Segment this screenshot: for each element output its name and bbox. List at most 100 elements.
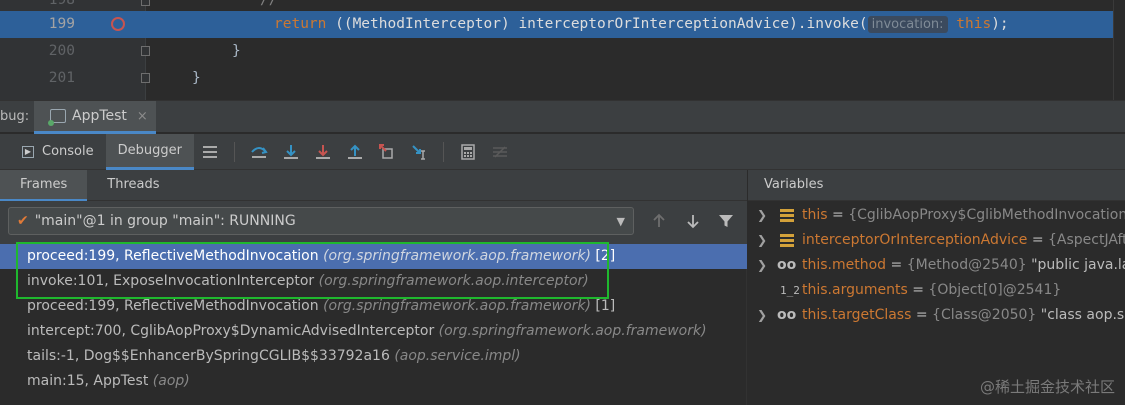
code-editor[interactable]: 198 // 199 return ((MethodInterceptor) i… — [0, 0, 1125, 100]
chevron-right-icon[interactable]: ❯ — [757, 253, 767, 278]
variable-type: {Class@2050} — [932, 307, 1037, 323]
trace-stream-button[interactable] — [487, 139, 513, 165]
frame-row[interactable]: tails:-1, Dog$$EnhancerBySpringCGLIB$$33… — [0, 344, 747, 369]
current-execution-line: 199 return ((MethodInterceptor) intercep… — [0, 11, 1125, 38]
evaluate-expression-button[interactable] — [455, 139, 481, 165]
calculator-icon — [461, 143, 475, 160]
variables-pane: Variables ❯ this = {CglibAopProxy$CglibM… — [748, 170, 1125, 405]
previous-frame-button[interactable] — [646, 207, 672, 235]
frame-row[interactable]: proceed:199, ReflectiveMethodInvocation … — [0, 244, 747, 269]
thread-selector-row: ✔ "main"@1 in group "main": RUNNING ▼ — [0, 201, 747, 244]
tab-frames[interactable]: Frames — [0, 170, 88, 201]
step-into-button[interactable] — [278, 139, 304, 165]
chevron-right-icon[interactable]: ❯ — [757, 228, 767, 253]
frame-row[interactable]: main:15, AppTest (aop) — [0, 369, 747, 394]
frame-package: (aop.service.impl) — [394, 348, 521, 364]
editor-scrollbar[interactable] — [1113, 0, 1125, 100]
debug-title: bug: — [0, 109, 30, 124]
close-icon[interactable]: × — [137, 109, 148, 124]
variable-type: {AspectJAfter — [1048, 232, 1125, 248]
variable-name: this.method — [802, 257, 887, 273]
filter-frames-button[interactable] — [713, 207, 739, 235]
tab-threads[interactable]: Threads — [87, 170, 179, 201]
frame-package: (org.springframework.aop.framework) — [323, 298, 591, 314]
variable-row[interactable]: ❯ oo this.method = {Method@2540} "public… — [748, 253, 1125, 278]
layout-menu-button[interactable] — [197, 139, 223, 165]
frame-method: intercept:700, CglibAopProxy$DynamicAdvi… — [27, 323, 435, 339]
variable-name: this — [802, 207, 828, 223]
frame-package: (org.springframework.aop.framework) — [438, 323, 707, 339]
force-step-into-button[interactable] — [310, 139, 336, 165]
run-to-cursor-button[interactable] — [406, 139, 432, 165]
code-text: return ((MethodInterceptor) interceptorO… — [274, 11, 1009, 38]
frame-row[interactable]: proceed:199, ReflectiveMethodInvocation … — [0, 294, 747, 319]
next-frame-button[interactable] — [680, 207, 706, 235]
variable-row[interactable]: 1̲2 this.arguments = {Object[0]@2541} — [748, 278, 1125, 303]
console-icon: ▶ — [22, 145, 34, 158]
variable-row[interactable]: ❯ oo this.targetClass = {Class@2050} "cl… — [748, 303, 1125, 328]
variables-title: Variables — [748, 170, 1125, 201]
chevron-down-icon: ▼ — [616, 215, 625, 228]
frames-list: proceed:199, ReflectiveMethodInvocation … — [0, 242, 747, 394]
frames-pane-tabs: Frames Threads — [0, 170, 747, 201]
toolbar-separator — [442, 141, 444, 162]
watch-icon: oo — [777, 307, 797, 323]
thread-select[interactable]: ✔ "main"@1 in group "main": RUNNING ▼ — [8, 207, 634, 235]
frame-row[interactable]: intercept:700, CglibAopProxy$DynamicAdvi… — [0, 319, 747, 344]
chevron-right-icon[interactable]: ❯ — [757, 203, 767, 228]
breakpoint-icon[interactable] — [111, 17, 125, 31]
field-icon — [780, 234, 794, 247]
variable-row[interactable]: ❯ this = {CglibAopProxy$CglibMethodInvoc… — [748, 203, 1125, 228]
field-icon — [780, 209, 794, 222]
step-out-icon — [347, 144, 362, 159]
frame-index: [2] — [595, 248, 616, 264]
variable-value: "public java.lang — [1031, 257, 1125, 273]
chevron-right-icon[interactable]: ❯ — [757, 303, 767, 328]
code-text: } — [192, 70, 201, 86]
watermark: @稀土掘金技术社区 — [979, 378, 1115, 396]
frame-row[interactable]: invoke:101, ExposeInvocationInterceptor … — [0, 269, 747, 294]
frame-package: (org.springframework.aop.framework) — [323, 248, 591, 264]
variable-value: "class aop.service — [1040, 307, 1125, 323]
run-config-tab[interactable]: AppTest × — [34, 101, 156, 134]
force-step-into-icon — [315, 144, 330, 159]
toolbar-separator — [233, 141, 235, 162]
run-to-cursor-icon — [412, 144, 425, 160]
variables-list: ❯ this = {CglibAopProxy$CglibMethodInvoc… — [748, 203, 1125, 328]
code-line: 200 } — [0, 38, 1125, 65]
drop-frame-icon — [378, 143, 393, 159]
frames-pane: Frames Threads ✔ "main"@1 in group "main… — [0, 170, 747, 405]
frame-package: (org.springframework.aop.interceptor) — [318, 273, 589, 289]
fold-marker-icon[interactable] — [141, 0, 150, 6]
variable-equals: = — [886, 257, 907, 273]
step-out-button[interactable] — [342, 139, 368, 165]
filter-icon — [719, 215, 733, 227]
frame-method: proceed:199, ReflectiveMethodInvocation — [27, 298, 319, 314]
variable-type: {Method@2540} — [906, 257, 1027, 273]
tab-debugger-label: Debugger — [117, 142, 182, 158]
variable-name: this.arguments — [802, 282, 908, 298]
debugger-toolbar: ▶ Console Debugger — [0, 133, 1125, 170]
variable-row[interactable]: ❯ interceptorOrInterceptionAdvice = {Asp… — [748, 228, 1125, 253]
fold-marker-icon[interactable] — [141, 73, 150, 83]
step-into-icon — [283, 144, 298, 159]
drop-frame-button[interactable] — [374, 139, 400, 165]
frame-method: proceed:199, ReflectiveMethodInvocation — [27, 248, 319, 264]
variable-type: {CglibAopProxy$CglibMethodInvocation@ — [848, 207, 1125, 223]
run-tab-label: AppTest — [72, 108, 127, 124]
tab-debugger[interactable]: Debugger — [105, 133, 194, 170]
tab-console[interactable]: ▶ Console — [0, 134, 106, 170]
step-over-button[interactable] — [246, 139, 272, 165]
array-icon: 1̲2 — [780, 284, 800, 297]
variable-name: interceptorOrInterceptionAdvice — [802, 232, 1028, 248]
line-number: 199 — [48, 16, 75, 32]
code-end: ); — [991, 16, 1009, 32]
fold-marker-icon[interactable] — [141, 46, 150, 56]
frame-method: main:15, AppTest — [27, 373, 149, 389]
step-over-icon — [251, 146, 268, 158]
variable-equals: = — [907, 282, 929, 298]
code-argument: this — [947, 16, 992, 32]
code-keyword: return — [274, 16, 327, 32]
hamburger-icon — [202, 145, 217, 158]
variable-equals: = — [1027, 232, 1049, 248]
